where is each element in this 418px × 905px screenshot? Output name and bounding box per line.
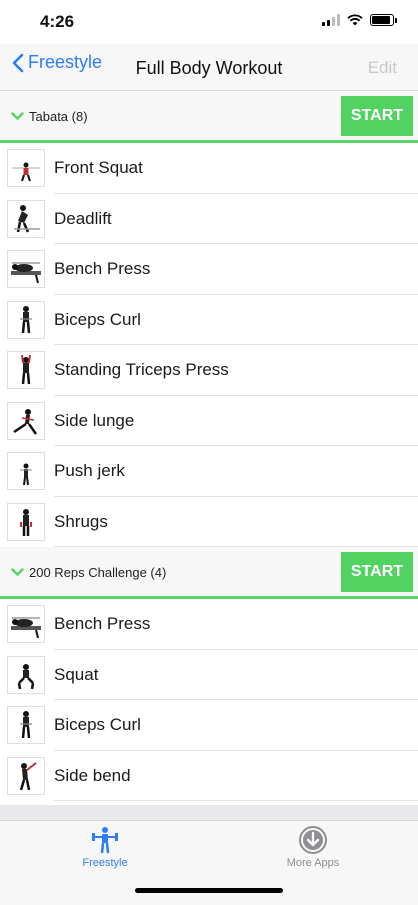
exercise-thumbnail bbox=[7, 351, 45, 390]
exercise-name: Push jerk bbox=[54, 461, 125, 481]
exercise-row[interactable]: Side bend bbox=[0, 751, 418, 802]
exercise-thumbnail bbox=[7, 250, 45, 289]
exercise-thumbnail bbox=[7, 756, 45, 795]
exercise-row[interactable]: Bench Press bbox=[0, 244, 418, 295]
exercise-thumbnail bbox=[7, 706, 45, 745]
exercise-name: Side lunge bbox=[54, 410, 135, 430]
exercise-row[interactable]: Front Squat bbox=[0, 143, 418, 194]
dumbbell-person-icon bbox=[92, 827, 118, 854]
section-toggle[interactable]: 200 Reps Challenge (4) bbox=[11, 565, 166, 580]
tab-more-apps[interactable]: More Apps bbox=[253, 825, 373, 869]
exercise-thumbnail bbox=[7, 149, 45, 188]
exercise-name: Bench Press bbox=[54, 259, 151, 279]
section-toggle[interactable]: Tabata (8) bbox=[11, 109, 88, 124]
exercise-name: Standing Triceps Press bbox=[54, 360, 229, 380]
exercise-row[interactable]: Push jerk bbox=[0, 446, 418, 497]
chevron-down-icon bbox=[11, 568, 24, 577]
tab-label: More Apps bbox=[286, 857, 340, 869]
status-icons bbox=[322, 14, 397, 26]
exercise-thumbnail bbox=[7, 502, 45, 541]
page-title: Full Body Workout bbox=[135, 58, 283, 78]
tab-freestyle[interactable]: Freestyle bbox=[45, 825, 165, 869]
exercise-name: Front Squat bbox=[54, 158, 143, 178]
exercise-row[interactable]: Biceps Curl bbox=[0, 295, 418, 346]
exercise-thumbnail bbox=[7, 605, 45, 644]
edit-button[interactable]: Edit bbox=[368, 58, 397, 78]
section-title: 200 Reps Challenge (4) bbox=[29, 565, 167, 580]
navigation-bar: Freestyle Full Body Workout Edit bbox=[0, 44, 418, 91]
status-time: 4:26 bbox=[40, 12, 75, 31]
workout-list: Tabata (8) START Front Squat Deadlift Be… bbox=[0, 91, 418, 801]
exercise-thumbnail bbox=[7, 199, 45, 238]
exercise-thumbnail bbox=[7, 452, 45, 491]
exercise-name: Bench Press bbox=[54, 614, 151, 634]
signal-icon bbox=[322, 14, 340, 26]
start-button[interactable]: START bbox=[341, 96, 413, 136]
wifi-icon bbox=[347, 14, 363, 26]
exercise-name: Side bend bbox=[54, 765, 131, 785]
exercise-thumbnail bbox=[7, 655, 45, 694]
exercise-name: Biceps Curl bbox=[54, 309, 141, 329]
list-footer bbox=[0, 805, 418, 820]
exercise-row[interactable]: Deadlift bbox=[0, 194, 418, 245]
home-indicator bbox=[135, 888, 283, 893]
section-header-tabata: Tabata (8) START bbox=[0, 91, 418, 143]
section-title: Tabata (8) bbox=[29, 109, 88, 124]
exercise-row[interactable]: Standing Triceps Press bbox=[0, 345, 418, 396]
section-header-200-reps: 200 Reps Challenge (4) START bbox=[0, 547, 418, 599]
exercise-row[interactable]: Bench Press bbox=[0, 599, 418, 650]
exercise-name: Deadlift bbox=[54, 208, 112, 228]
battery-icon bbox=[370, 14, 397, 26]
exercise-row[interactable]: Side lunge bbox=[0, 396, 418, 447]
exercise-row[interactable]: Shrugs bbox=[0, 497, 418, 548]
exercise-row[interactable]: Squat bbox=[0, 650, 418, 701]
exercise-name: Biceps Curl bbox=[54, 715, 141, 735]
tab-label: Freestyle bbox=[82, 857, 128, 869]
download-circle-icon bbox=[299, 826, 327, 854]
exercise-name: Shrugs bbox=[54, 511, 108, 531]
exercise-thumbnail bbox=[7, 300, 45, 339]
exercise-thumbnail bbox=[7, 401, 45, 440]
exercise-name: Squat bbox=[54, 664, 99, 684]
exercise-row[interactable]: Biceps Curl bbox=[0, 700, 418, 751]
chevron-down-icon bbox=[11, 112, 24, 121]
status-bar: 4:26 bbox=[0, 0, 418, 44]
start-button[interactable]: START bbox=[341, 552, 413, 592]
